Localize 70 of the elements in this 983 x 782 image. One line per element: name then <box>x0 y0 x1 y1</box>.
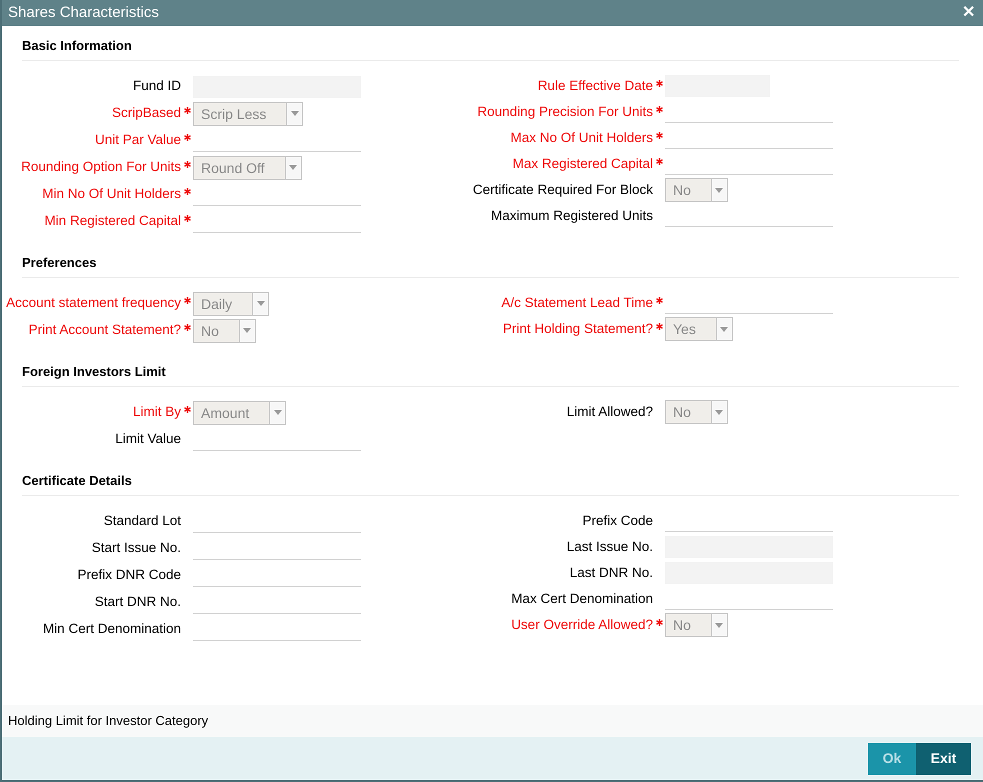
field-label: Start Issue No. <box>90 539 181 558</box>
dropdown[interactable]: No <box>665 613 728 637</box>
section-link[interactable]: Holding Limit for Investor Category <box>2 705 983 737</box>
field-label: Account statement frequency <box>5 294 181 312</box>
dialog-button[interactable]: Exit <box>916 742 971 774</box>
field-label: Maximum Registered Units <box>490 206 653 225</box>
field-label: Rule Effective Date <box>536 76 653 95</box>
caret-icon <box>289 165 298 170</box>
required-icon <box>184 107 190 114</box>
field-label: User Override Allowed? <box>510 616 653 634</box>
dropdown[interactable]: Yes <box>665 317 733 341</box>
required-icon <box>184 297 190 304</box>
dropdown[interactable]: Round Off <box>193 156 302 180</box>
field-label: A/c Statement Lead Time <box>500 294 653 312</box>
field-label: Start DNR No. <box>94 593 181 612</box>
section-heading: Certificate Details <box>22 473 132 488</box>
dropdown[interactable]: No <box>665 400 728 424</box>
dropdown[interactable]: No <box>193 318 256 342</box>
field-label: Max Registered Capital <box>512 154 653 173</box>
close-button[interactable]: ✕ <box>962 5 975 21</box>
field-label: Unit Par Value <box>94 131 181 150</box>
field-label: Prefix Code <box>581 512 653 530</box>
field-label: Rounding Precision For Units <box>476 102 653 121</box>
dropdown[interactable]: No <box>665 178 728 202</box>
required-icon <box>656 158 662 164</box>
required-icon <box>656 296 662 304</box>
field-label: ScripBased <box>110 104 181 122</box>
caret-icon <box>720 326 728 332</box>
field-label: Min Cert Denomination <box>42 620 181 638</box>
dropdown[interactable]: Amount <box>193 400 286 424</box>
field-label: Last DNR No. <box>568 564 653 582</box>
section-heading: Basic Information <box>22 38 132 53</box>
required-icon <box>656 132 662 138</box>
field-label: Max Cert Denomination <box>510 590 653 608</box>
field-label: Certificate Required For Block <box>472 180 653 199</box>
field-label: Limit Allowed? <box>566 402 653 421</box>
field-label: Print Holding Statement? <box>502 320 653 338</box>
field-label: Limit Value <box>114 430 181 448</box>
caret-icon <box>715 410 724 414</box>
field-label: Min No Of Unit Holders <box>41 185 181 204</box>
field-label: Min Registered Capital <box>43 212 181 230</box>
required-icon <box>184 188 190 195</box>
caret-icon <box>256 301 265 306</box>
caret-icon <box>290 111 299 116</box>
field-label: Rounding Option For Units <box>20 158 181 176</box>
caret-icon <box>715 622 724 628</box>
required-icon <box>184 324 190 331</box>
field-label: Standard Lot <box>102 512 181 530</box>
required-icon <box>656 80 662 86</box>
field-label: Last Issue No. <box>566 538 653 556</box>
dropdown[interactable]: Scrip Less <box>193 102 304 126</box>
field-label: Max No Of Unit Holders <box>509 128 653 147</box>
required-icon <box>184 215 190 222</box>
required-icon <box>184 406 190 413</box>
dropdown[interactable]: Daily <box>193 292 270 316</box>
caret-icon <box>243 328 252 333</box>
required-icon <box>656 322 662 330</box>
field-label: Limit By <box>132 403 181 422</box>
section-heading: Foreign Investors Limit <box>22 364 166 379</box>
section-heading: Preferences <box>22 255 96 270</box>
required-icon <box>184 134 190 141</box>
field-label: Prefix DNR Code <box>76 566 181 584</box>
required-icon <box>184 161 190 168</box>
window-title: Shares Characteristics <box>8 2 159 23</box>
field-label: Print Account Statement? <box>28 321 181 340</box>
caret-icon <box>274 410 282 415</box>
required-icon <box>656 618 662 626</box>
required-icon <box>656 106 662 112</box>
caret-icon <box>715 188 724 192</box>
field-label: Fund ID <box>132 77 181 96</box>
